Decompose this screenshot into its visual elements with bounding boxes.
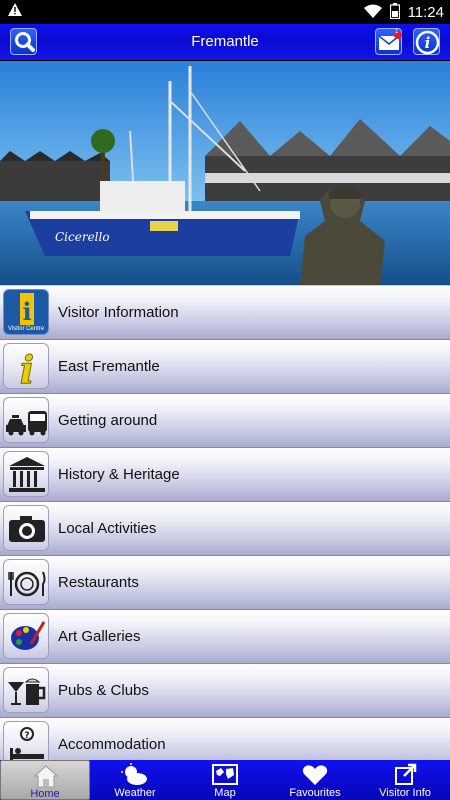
svg-text:i: i <box>22 297 31 326</box>
menu-item-getting-around[interactable]: Getting around <box>0 394 450 448</box>
boat-name-text: Cicerello <box>55 230 110 244</box>
weather-icon <box>121 763 149 787</box>
svg-text:i: i <box>20 347 34 389</box>
tab-home[interactable]: Home <box>0 760 90 800</box>
palette-icon <box>3 613 49 659</box>
tab-visitor-info[interactable]: Visitor Info <box>360 760 450 800</box>
tab-favourites[interactable]: Favourites <box>270 760 360 800</box>
menu-item-east-fremantle[interactable]: i East Fremantle <box>0 340 450 394</box>
menu-item-accommodation[interactable]: ? Accommodation <box>0 718 450 760</box>
status-bar: 11:24 <box>0 0 450 24</box>
info-button[interactable]: i <box>413 28 440 55</box>
tab-label: Visitor Info <box>379 787 431 799</box>
menu-item-label: East Fremantle <box>58 358 160 375</box>
home-icon <box>32 764 60 788</box>
tab-label: Weather <box>114 787 156 799</box>
menu-item-label: Getting around <box>58 412 158 429</box>
camera-icon <box>3 505 49 551</box>
wifi-icon <box>363 4 382 21</box>
visitor-centre-caption: Visitor Centre <box>7 326 45 332</box>
external-link-icon <box>391 763 419 787</box>
app-header: Fremantle 1 i <box>0 24 450 61</box>
menu-item-label: Accommodation <box>58 736 166 753</box>
dining-icon <box>3 559 49 605</box>
heart-icon <box>301 763 329 787</box>
menu-item-label: Restaurants <box>58 574 139 591</box>
menu-item-history-heritage[interactable]: History & Heritage <box>0 448 450 502</box>
main-menu: i Visitor Centre Visitor Information i E… <box>0 286 450 760</box>
menu-item-local-activities[interactable]: Local Activities <box>0 502 450 556</box>
tab-map[interactable]: Map <box>180 760 270 800</box>
tab-label: Home <box>30 788 60 800</box>
map-icon <box>211 763 239 787</box>
tab-label: Map <box>214 787 236 799</box>
bed-icon: ? <box>3 721 49 760</box>
info-i-icon: i <box>3 343 49 389</box>
svg-text:?: ? <box>24 731 29 741</box>
menu-item-restaurants[interactable]: Restaurants <box>0 556 450 610</box>
warning-icon <box>8 3 22 19</box>
menu-item-label: Pubs & Clubs <box>58 682 149 699</box>
status-time: 11:24 <box>407 4 444 21</box>
museum-icon <box>3 451 49 497</box>
menu-item-art-galleries[interactable]: Art Galleries <box>0 610 450 664</box>
menu-item-pubs-clubs[interactable]: Pubs & Clubs <box>0 664 450 718</box>
tab-weather[interactable]: Weather <box>90 760 180 800</box>
menu-item-label: Visitor Information <box>58 304 179 321</box>
menu-item-label: Local Activities <box>58 520 157 537</box>
mail-button[interactable]: 1 <box>375 28 402 55</box>
menu-item-label: Art Galleries <box>58 628 141 645</box>
battery-icon <box>389 3 400 22</box>
drinks-icon <box>3 667 49 713</box>
tab-label: Favourites <box>289 787 341 799</box>
menu-item-label: History & Heritage <box>58 466 180 483</box>
visitor-centre-icon: i Visitor Centre <box>3 289 49 335</box>
svg-text:i: i <box>425 34 431 52</box>
mail-badge: 1 <box>395 29 399 35</box>
menu-item-visitor-information[interactable]: i Visitor Centre Visitor Information <box>0 286 450 340</box>
taxi-bus-icon <box>3 397 49 443</box>
bottom-tab-bar: Home Weather Map Favourites Visitor Info <box>0 760 450 800</box>
hero-image: Cicerello <box>0 61 450 285</box>
